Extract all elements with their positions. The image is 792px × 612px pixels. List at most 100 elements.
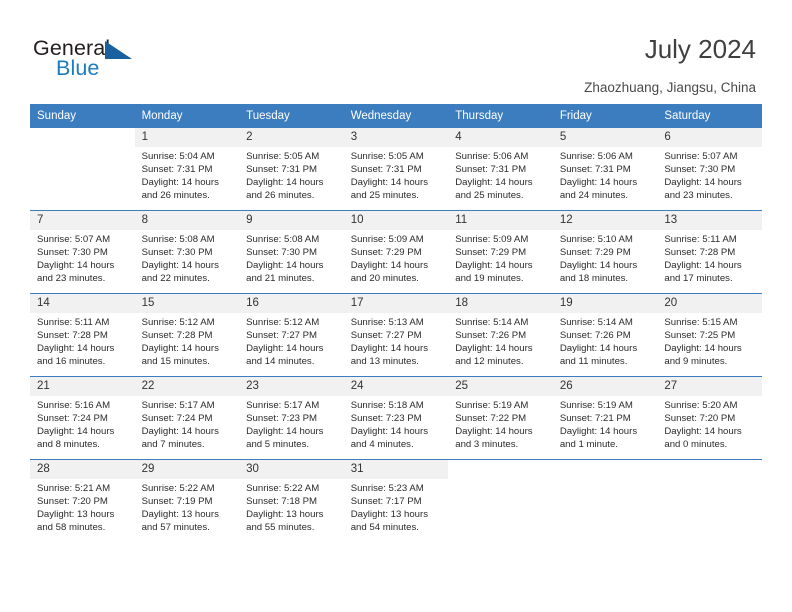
day-cell[interactable]: 5 Sunrise: 5:06 AM Sunset: 7:31 PM Dayli… xyxy=(552,127,658,211)
day-cell[interactable]: 9 Sunrise: 5:08 AM Sunset: 7:30 PM Dayli… xyxy=(239,210,344,294)
day-number: 1 xyxy=(134,128,240,147)
sunrise-text: Sunrise: 5:07 AM xyxy=(664,151,738,162)
day-cell[interactable]: 24 Sunrise: 5:18 AM Sunset: 7:23 PM Dayl… xyxy=(343,376,449,460)
logo-triangle-icon xyxy=(105,41,132,59)
day-cell[interactable]: 16 Sunrise: 5:12 AM Sunset: 7:27 PM Dayl… xyxy=(239,293,344,377)
sunset-text: Sunset: 7:20 PM xyxy=(37,496,108,508)
day-number xyxy=(553,460,658,479)
week-row-1: 1 Sunrise: 5:04 AM Sunset: 7:31 PM Dayli… xyxy=(30,127,762,211)
day-details: Sunrise: 5:15 AM Sunset: 7:25 PM Dayligh… xyxy=(657,313,762,368)
day-cell[interactable]: 14 Sunrise: 5:11 AM Sunset: 7:28 PM Dayl… xyxy=(30,293,135,377)
day-details: Sunrise: 5:22 AM Sunset: 7:19 PM Dayligh… xyxy=(135,479,240,534)
day-cell[interactable]: 29 Sunrise: 5:22 AM Sunset: 7:19 PM Dayl… xyxy=(134,459,240,542)
day-cell[interactable]: 2 Sunrise: 5:05 AM Sunset: 7:31 PM Dayli… xyxy=(239,127,344,211)
sunrise-text: Sunrise: 5:14 AM xyxy=(559,317,633,328)
day-details: Sunrise: 5:17 AM Sunset: 7:24 PM Dayligh… xyxy=(135,396,240,451)
daylight-text-line1: Daylight: 14 hours xyxy=(664,426,742,438)
daylight-text-line1: Daylight: 13 hours xyxy=(141,509,219,521)
day-details: Sunrise: 5:08 AM Sunset: 7:30 PM Dayligh… xyxy=(135,230,240,285)
day-cell[interactable]: 3 Sunrise: 5:05 AM Sunset: 7:31 PM Dayli… xyxy=(343,127,449,211)
day-cell[interactable]: 23 Sunrise: 5:17 AM Sunset: 7:23 PM Dayl… xyxy=(239,376,344,460)
sunset-text: Sunset: 7:31 PM xyxy=(246,164,318,176)
day-cell[interactable]: 11 Sunrise: 5:09 AM Sunset: 7:29 PM Dayl… xyxy=(448,210,553,294)
day-cell[interactable]: 17 Sunrise: 5:13 AM Sunset: 7:27 PM Dayl… xyxy=(343,293,449,377)
day-cell[interactable]: 4 Sunrise: 5:06 AM Sunset: 7:31 PM Dayli… xyxy=(448,127,553,211)
general-blue-logo: General Blue xyxy=(33,36,153,82)
daylight-text-line2: and 18 minutes. xyxy=(559,273,629,285)
day-details: Sunrise: 5:06 AM Sunset: 7:31 PM Dayligh… xyxy=(553,147,658,202)
day-cell[interactable]: 15 Sunrise: 5:12 AM Sunset: 7:28 PM Dayl… xyxy=(134,293,240,377)
day-number: 11 xyxy=(448,211,553,230)
daylight-text-line2: and 25 minutes. xyxy=(350,190,419,202)
day-cell[interactable]: 31 Sunrise: 5:23 AM Sunset: 7:17 PM Dayl… xyxy=(343,459,449,542)
sunset-text: Sunset: 7:20 PM xyxy=(664,413,736,425)
sunrise-text: Sunrise: 5:16 AM xyxy=(37,400,111,411)
daylight-text-line1: Daylight: 14 hours xyxy=(37,426,115,438)
day-cell[interactable]: 21 Sunrise: 5:16 AM Sunset: 7:24 PM Dayl… xyxy=(30,376,135,460)
weekday-header-tuesday: Tuesday xyxy=(239,104,344,128)
day-cell[interactable]: 13 Sunrise: 5:11 AM Sunset: 7:28 PM Dayl… xyxy=(657,210,762,294)
daylight-text-line1: Daylight: 14 hours xyxy=(37,260,115,272)
day-cell[interactable]: 30 Sunrise: 5:22 AM Sunset: 7:18 PM Dayl… xyxy=(239,459,344,542)
day-cell[interactable]: 27 Sunrise: 5:20 AM Sunset: 7:20 PM Dayl… xyxy=(657,376,762,460)
daylight-text-line1: Daylight: 14 hours xyxy=(37,343,115,355)
day-cell[interactable]: 20 Sunrise: 5:15 AM Sunset: 7:25 PM Dayl… xyxy=(657,293,762,377)
sunrise-text: Sunrise: 5:19 AM xyxy=(559,400,633,411)
daylight-text-line1: Daylight: 14 hours xyxy=(664,177,742,189)
day-number: 10 xyxy=(343,211,449,230)
day-number: 13 xyxy=(657,211,762,230)
day-cell[interactable]: 12 Sunrise: 5:10 AM Sunset: 7:29 PM Dayl… xyxy=(552,210,658,294)
weekday-header-sunday: Sunday xyxy=(30,104,135,128)
daylight-text-line2: and 15 minutes. xyxy=(141,356,210,368)
day-cell[interactable]: 25 Sunrise: 5:19 AM Sunset: 7:22 PM Dayl… xyxy=(448,376,553,460)
day-number: 23 xyxy=(239,377,344,396)
sunset-text: Sunset: 7:29 PM xyxy=(455,247,527,259)
sunset-text: Sunset: 7:31 PM xyxy=(141,164,213,176)
daylight-text-line2: and 22 minutes. xyxy=(141,273,210,285)
sunrise-text: Sunrise: 5:21 AM xyxy=(37,483,111,494)
sunset-text: Sunset: 7:26 PM xyxy=(455,330,527,342)
day-cell[interactable]: 8 Sunrise: 5:08 AM Sunset: 7:30 PM Dayli… xyxy=(134,210,240,294)
day-cell[interactable]: 1 Sunrise: 5:04 AM Sunset: 7:31 PM Dayli… xyxy=(134,127,240,211)
sunrise-text: Sunrise: 5:10 AM xyxy=(559,234,633,245)
weekday-header-monday: Monday xyxy=(134,104,240,128)
day-cell[interactable]: 10 Sunrise: 5:09 AM Sunset: 7:29 PM Dayl… xyxy=(343,210,449,294)
day-cell-empty xyxy=(448,459,553,542)
day-details: Sunrise: 5:16 AM Sunset: 7:24 PM Dayligh… xyxy=(30,396,135,451)
day-details: Sunrise: 5:07 AM Sunset: 7:30 PM Dayligh… xyxy=(657,147,762,202)
day-cell[interactable]: 18 Sunrise: 5:14 AM Sunset: 7:26 PM Dayl… xyxy=(448,293,553,377)
daylight-text-line2: and 3 minutes. xyxy=(455,439,519,451)
day-details: Sunrise: 5:08 AM Sunset: 7:30 PM Dayligh… xyxy=(239,230,344,285)
sunset-text: Sunset: 7:22 PM xyxy=(455,413,527,425)
day-cell[interactable]: 19 Sunrise: 5:14 AM Sunset: 7:26 PM Dayl… xyxy=(552,293,658,377)
day-number: 4 xyxy=(448,128,553,147)
day-number: 26 xyxy=(552,377,658,396)
day-cell[interactable]: 26 Sunrise: 5:19 AM Sunset: 7:21 PM Dayl… xyxy=(552,376,658,460)
day-details: Sunrise: 5:12 AM Sunset: 7:28 PM Dayligh… xyxy=(135,313,240,368)
daylight-text-line1: Daylight: 14 hours xyxy=(455,343,533,355)
day-cell[interactable]: 6 Sunrise: 5:07 AM Sunset: 7:30 PM Dayli… xyxy=(657,127,762,211)
daylight-text-line2: and 11 minutes. xyxy=(559,356,628,368)
sunrise-text: Sunrise: 5:05 AM xyxy=(350,151,424,162)
daylight-text-line1: Daylight: 14 hours xyxy=(141,426,219,438)
sunrise-text: Sunrise: 5:14 AM xyxy=(455,317,529,328)
day-details: Sunrise: 5:19 AM Sunset: 7:22 PM Dayligh… xyxy=(448,396,553,451)
day-details: Sunrise: 5:19 AM Sunset: 7:21 PM Dayligh… xyxy=(553,396,658,451)
daylight-text-line1: Daylight: 14 hours xyxy=(246,177,324,189)
sunset-text: Sunset: 7:17 PM xyxy=(350,496,422,508)
sunset-text: Sunset: 7:23 PM xyxy=(350,413,422,425)
daylight-text-line1: Daylight: 14 hours xyxy=(246,260,324,272)
sunset-text: Sunset: 7:31 PM xyxy=(455,164,527,176)
day-cell[interactable]: 22 Sunrise: 5:17 AM Sunset: 7:24 PM Dayl… xyxy=(134,376,240,460)
daylight-text-line2: and 17 minutes. xyxy=(664,273,733,285)
daylight-text-line1: Daylight: 14 hours xyxy=(559,177,638,189)
day-cell[interactable]: 7 Sunrise: 5:07 AM Sunset: 7:30 PM Dayli… xyxy=(30,210,135,294)
daylight-text-line1: Daylight: 14 hours xyxy=(350,426,429,438)
sunrise-text: Sunrise: 5:05 AM xyxy=(246,151,320,162)
daylight-text-line1: Daylight: 14 hours xyxy=(246,426,324,438)
daylight-text-line1: Daylight: 14 hours xyxy=(664,343,742,355)
daylight-text-line1: Daylight: 14 hours xyxy=(246,343,324,355)
day-cell[interactable]: 28 Sunrise: 5:21 AM Sunset: 7:20 PM Dayl… xyxy=(30,459,135,542)
daylight-text-line2: and 57 minutes. xyxy=(141,522,210,534)
sunset-text: Sunset: 7:24 PM xyxy=(37,413,108,425)
